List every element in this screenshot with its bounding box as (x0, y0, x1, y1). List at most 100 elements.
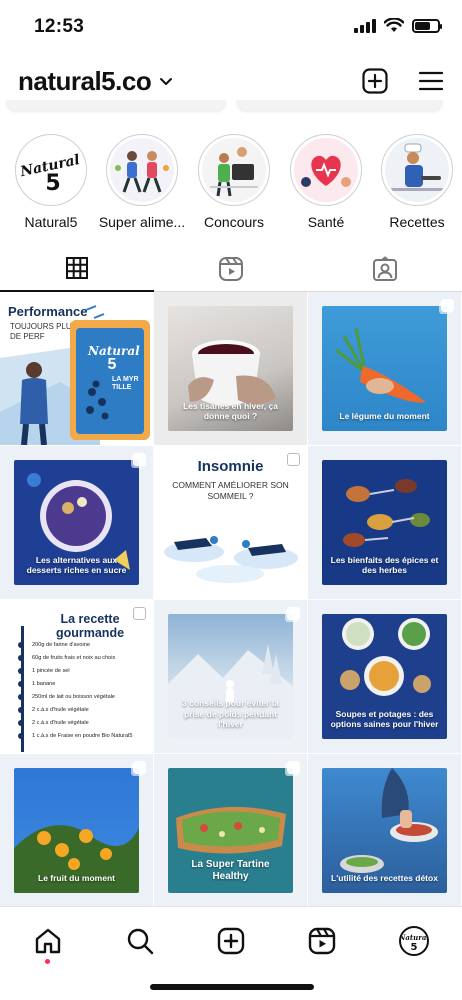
post-image: Les alternatives aux desserts riches en … (14, 460, 139, 585)
highlight-natural5[interactable]: Natural 5 Natural5 (5, 134, 97, 230)
carousel-icon (441, 299, 454, 312)
tagged-icon (373, 256, 397, 281)
cellular-signal-icon (354, 18, 376, 33)
contest-illustration-icon (202, 138, 266, 202)
ingredient-item: 2 c.à.s d'huile végétale (18, 716, 152, 729)
battery-icon (412, 18, 442, 33)
ingredient-item: 60g de fruits frais et noix au choix (18, 651, 152, 664)
story-highlights: Natural 5 Natural5 Super alime... Concou… (0, 128, 462, 238)
pack-flavor: LA MYR TILLE (112, 376, 139, 392)
tab-reels[interactable] (154, 246, 308, 292)
profile-tabs (0, 246, 462, 292)
post-image: Le fruit du moment (14, 768, 139, 893)
post-fruit[interactable]: Le fruit du moment (0, 754, 153, 907)
post-soupes[interactable]: Soupes et potages : des options saines p… (308, 600, 461, 753)
nav-create[interactable] (211, 921, 251, 961)
reels-icon (219, 257, 243, 281)
status-bar: 12:53 (0, 0, 462, 56)
account-name: natural5.co (18, 66, 152, 96)
post-epices[interactable]: Les bienfaits des épices et des herbes (308, 446, 461, 599)
carousel-icon (133, 607, 146, 620)
svg-text:Natural: Natural (401, 933, 427, 942)
carousel-icon (287, 453, 300, 466)
grid-icon (66, 257, 88, 279)
post-image: Le légume du moment (322, 306, 447, 431)
profile-buttons-edge (0, 100, 462, 114)
post-prise-de-poids[interactable]: 3 conseils pour éviter la prise de poids… (154, 600, 307, 753)
nav-profile[interactable]: Natural 5 (394, 921, 434, 961)
ingredient-item: 250ml de lait ou boisson végétale (18, 690, 152, 703)
post-caption: Le fruit du moment (38, 872, 115, 883)
chevron-down-icon (160, 77, 173, 85)
ingredient-item: 2 c.à.s d'huile végétale (18, 703, 152, 716)
highlight-recettes[interactable]: Recettes (371, 134, 462, 230)
highlight-label: Super alime... (98, 214, 186, 230)
post-caption: Les alternatives aux desserts riches en … (26, 554, 127, 575)
post-caption: Les bienfaits des épices et des herbes (330, 554, 439, 575)
post-image: Les tisanes en hiver, ça donne quoi ? (168, 306, 293, 431)
post-tisanes[interactable]: Les tisanes en hiver, ça donne quoi ? (154, 292, 307, 445)
status-icons (354, 18, 442, 33)
highlight-label: Santé (307, 214, 345, 230)
runners-illustration-icon (110, 138, 174, 202)
chef-illustration-icon (385, 138, 449, 202)
ingredient-item: 1 pincée de sel (18, 664, 152, 677)
post-caption: L'utilité des recettes détox (331, 872, 438, 883)
post-caption: Soupes et potages : des options saines p… (330, 708, 439, 729)
menu-icon[interactable] (418, 68, 444, 94)
plus-square-icon (217, 927, 245, 955)
tab-grid[interactable] (0, 246, 154, 292)
post-performance[interactable]: Performance TOUJOURS PLUS DE PERF Natura… (0, 292, 153, 445)
account-switcher[interactable]: natural5.co (18, 66, 173, 97)
post-image: Soupes et potages : des options saines p… (322, 614, 447, 739)
ingredient-list: 200g de farine d'avoine 60g de fruits fr… (18, 638, 152, 742)
post-caption: Le légume du moment (339, 410, 430, 421)
nav-home[interactable] (28, 921, 68, 961)
svg-text:5: 5 (411, 942, 418, 953)
highlight-label: Concours (204, 214, 264, 230)
post-image: La Super Tartine Healthy (168, 768, 293, 893)
highlight-label: Natural5 (24, 214, 78, 230)
nav-reels[interactable] (302, 921, 342, 961)
search-icon (127, 928, 154, 955)
header-actions (362, 68, 444, 94)
nav-search[interactable] (120, 921, 160, 961)
reels-icon (308, 927, 336, 955)
create-post-icon[interactable] (362, 68, 388, 94)
health-illustration-icon (294, 138, 358, 202)
ingredient-item: 200g de farine d'avoine (18, 638, 152, 651)
post-caption: Les tisanes en hiver, ça donne quoi ? (183, 400, 278, 421)
highlight-sante[interactable]: Santé (280, 134, 372, 230)
sleep-illustration (164, 536, 298, 583)
post-tartine[interactable]: La Super Tartine Healthy (154, 754, 307, 907)
posts-grid: Performance TOUJOURS PLUS DE PERF Natura… (0, 292, 462, 907)
ingredient-item: 1 banane (18, 677, 152, 690)
post-insomnie[interactable]: Insomnie COMMENT AMÉLIORER SON SOMMEIL ? (154, 446, 307, 599)
tab-tagged[interactable] (308, 246, 462, 292)
highlight-label: Recettes (389, 214, 445, 230)
post-recette[interactable]: La recette gourmande 200g de farine d'av… (0, 600, 153, 753)
post-legume[interactable]: Le légume du moment (308, 292, 461, 445)
post-image: Les bienfaits des épices et des herbes (322, 460, 447, 585)
brand-logo-icon: Natural 5 (19, 138, 83, 202)
ingredient-item: 1 c.à.s de Fraise en poudre Bio Natural5 (18, 729, 152, 742)
battery-level (415, 21, 430, 30)
profile-avatar: Natural 5 (399, 926, 429, 956)
home-indicator (150, 984, 314, 990)
post-image: 3 conseils pour éviter la prise de poids… (168, 614, 293, 739)
post-caption: La Super Tartine Healthy (191, 859, 270, 882)
highlight-super-aliments[interactable]: Super alime... (96, 134, 188, 230)
carousel-icon (133, 453, 146, 466)
highlight-concours[interactable]: Concours (188, 134, 280, 230)
post-title: La recette gourmande (55, 612, 125, 641)
carousel-icon (133, 761, 146, 774)
notification-dot (45, 959, 50, 964)
carousel-icon (287, 607, 300, 620)
status-time: 12:53 (34, 16, 85, 37)
post-detox[interactable]: L'utilité des recettes détox (308, 754, 461, 907)
post-desserts[interactable]: Les alternatives aux desserts riches en … (0, 446, 153, 599)
pack-logo-number: 5 (107, 356, 117, 373)
wifi-icon (384, 18, 404, 32)
post-caption: 3 conseils pour éviter la prise de poids… (182, 698, 279, 729)
post-image: L'utilité des recettes détox (322, 768, 447, 893)
